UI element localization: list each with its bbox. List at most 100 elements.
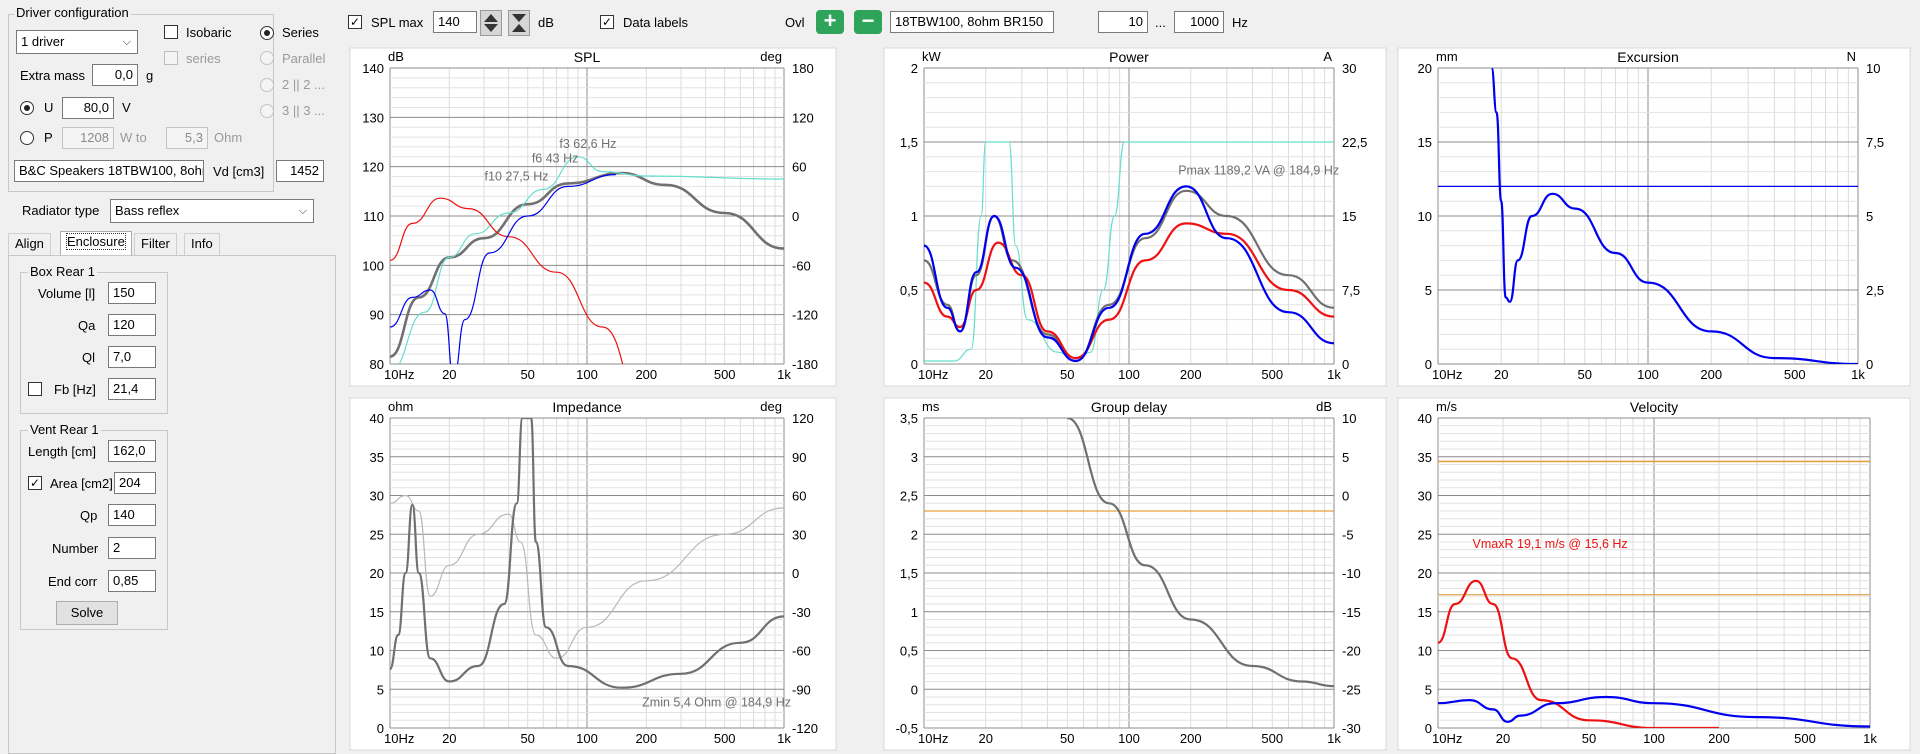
- number-label: Number: [52, 541, 99, 556]
- extra-mass-label: Extra mass: [20, 68, 86, 83]
- y2-tick-label: -180: [792, 357, 818, 372]
- chart-panel: [883, 47, 1387, 387]
- freq-to-input[interactable]: 1000: [1174, 11, 1224, 33]
- y-tick-label: 10: [1418, 209, 1432, 224]
- y2-tick-label: -5: [1342, 527, 1354, 542]
- driver-name-field[interactable]: B&C Speakers 18TBW100, 8ohm: [14, 160, 204, 182]
- y2-tick-label: 60: [792, 489, 806, 504]
- y-tick-label: 5: [1425, 682, 1432, 697]
- add-overlay-button[interactable]: +: [816, 10, 844, 34]
- series-line: [390, 174, 616, 364]
- y2-tick-label: 7,5: [1342, 283, 1360, 298]
- spl-max-checkbox[interactable]: ✓: [348, 15, 362, 29]
- tab-info[interactable]: Info: [184, 233, 220, 255]
- option-2x2-radio[interactable]: [260, 78, 274, 92]
- x-tick-label: 500: [714, 731, 736, 746]
- chevron-down-icon: ⌵: [122, 36, 131, 48]
- remove-overlay-button[interactable]: −: [854, 10, 882, 34]
- y-tick-label: 30: [370, 489, 384, 504]
- p-input[interactable]: 1208: [62, 127, 114, 149]
- spl-max-label: SPL max: [371, 15, 424, 30]
- series-line: [1066, 418, 1334, 688]
- y-tick-label: 15: [1418, 605, 1432, 620]
- x-tick-label: 500: [1261, 367, 1283, 382]
- tab-enclosure[interactable]: Enclosure: [60, 231, 132, 256]
- unit-left-label: ohm: [388, 399, 413, 414]
- y-tick-label: 0: [911, 357, 918, 372]
- option-2x2-label: 2 || 2 ...: [282, 77, 325, 92]
- chart-impedance: 40 12035 9030 6025 3020 015 -3010 -605 -900 -1201…: [349, 397, 837, 751]
- y2-tick-label: 10: [1342, 411, 1356, 426]
- x-tick-label: 200: [1180, 731, 1202, 746]
- vd-input[interactable]: 1452: [276, 160, 324, 182]
- option-3x3-radio[interactable]: [260, 104, 274, 118]
- y-tick-label: 90: [370, 308, 384, 323]
- driver-count-select[interactable]: 1 driver ⌵: [16, 30, 138, 54]
- u-input[interactable]: 80,0: [62, 97, 114, 119]
- fb-input[interactable]: 21,4: [108, 378, 156, 400]
- isobaric-checkbox[interactable]: [164, 25, 178, 39]
- extra-mass-unit: g: [146, 68, 154, 83]
- series-line: [390, 197, 624, 364]
- p-radio[interactable]: [20, 131, 34, 145]
- y-tick-label: 80: [370, 357, 384, 372]
- x-tick-label: 20: [978, 731, 992, 746]
- x-tick-label: 20: [1496, 731, 1510, 746]
- freq-from-input[interactable]: 10: [1098, 11, 1148, 33]
- unit-right-label: dB: [1316, 399, 1332, 414]
- p-ohm-input[interactable]: 5,3: [166, 127, 208, 149]
- tab-align[interactable]: Align: [8, 233, 51, 255]
- number-input[interactable]: 2: [108, 537, 156, 559]
- qa-label: Qa: [78, 318, 96, 333]
- qp-input[interactable]: 140: [108, 504, 156, 526]
- x-tick-label: 100: [1643, 731, 1665, 746]
- extra-mass-input[interactable]: 0,0: [92, 64, 138, 86]
- y2-tick-label: 120: [792, 411, 814, 426]
- spl-max-spinner[interactable]: [480, 10, 502, 36]
- series-line: [390, 494, 784, 659]
- chart-title: Group delay: [1091, 399, 1167, 415]
- unit-right-label: A: [1323, 49, 1332, 64]
- x-tick-label: 200: [1180, 367, 1202, 382]
- spl-max-collapse-button[interactable]: [508, 10, 530, 36]
- chevron-down-icon: ⌵: [298, 205, 307, 217]
- area-checkbox[interactable]: ✓: [28, 476, 42, 490]
- spl-max-input[interactable]: 140: [433, 11, 477, 33]
- data-labels-checkbox[interactable]: ✓: [600, 15, 614, 29]
- series-line: [398, 156, 784, 364]
- y-tick-label: 0: [1425, 357, 1432, 372]
- length-input[interactable]: 162,0: [108, 440, 156, 462]
- end-corr-label: End corr: [48, 574, 98, 589]
- ql-input[interactable]: 7,0: [108, 346, 156, 368]
- parallel-label: Parallel: [282, 51, 326, 66]
- volume-input[interactable]: 150: [108, 282, 156, 304]
- vd-label: Vd [cm3]: [213, 164, 265, 179]
- y-tick-label: 5: [377, 682, 384, 697]
- box-group-title: Box Rear 1: [28, 264, 98, 279]
- area-input[interactable]: 204: [114, 472, 156, 494]
- fb-label: Fb [Hz]: [54, 382, 96, 397]
- u-radio[interactable]: [20, 101, 34, 115]
- y2-tick-label: 0: [792, 209, 799, 224]
- radiator-type-select[interactable]: Bass reflex ⌵: [110, 199, 314, 223]
- x-tick-label: 10Hz: [384, 367, 414, 382]
- series-radio[interactable]: [260, 26, 274, 40]
- series-sub-checkbox[interactable]: [164, 51, 178, 65]
- x-tick-label: 1k: [777, 367, 791, 382]
- project-name-field[interactable]: 18TBW100, 8ohm BR150: [890, 11, 1054, 33]
- end-corr-input[interactable]: 0,85: [108, 570, 156, 592]
- y-tick-label: 15: [370, 605, 384, 620]
- parallel-radio[interactable]: [260, 51, 274, 65]
- solve-button[interactable]: Solve: [56, 601, 118, 625]
- x-tick-label: 200: [1700, 367, 1722, 382]
- fb-checkbox[interactable]: [28, 382, 42, 396]
- tab-filter[interactable]: Filter: [134, 233, 177, 255]
- y-tick-label: 20: [1418, 566, 1432, 581]
- y2-tick-label: 5: [1342, 450, 1349, 465]
- y2-tick-label: -60: [792, 644, 811, 659]
- tab-align-label: Align: [15, 236, 44, 251]
- y2-tick-label: -25: [1342, 682, 1361, 697]
- y2-tick-label: 15: [1342, 209, 1356, 224]
- y2-tick-label: -60: [792, 258, 811, 273]
- qa-input[interactable]: 120: [108, 314, 156, 336]
